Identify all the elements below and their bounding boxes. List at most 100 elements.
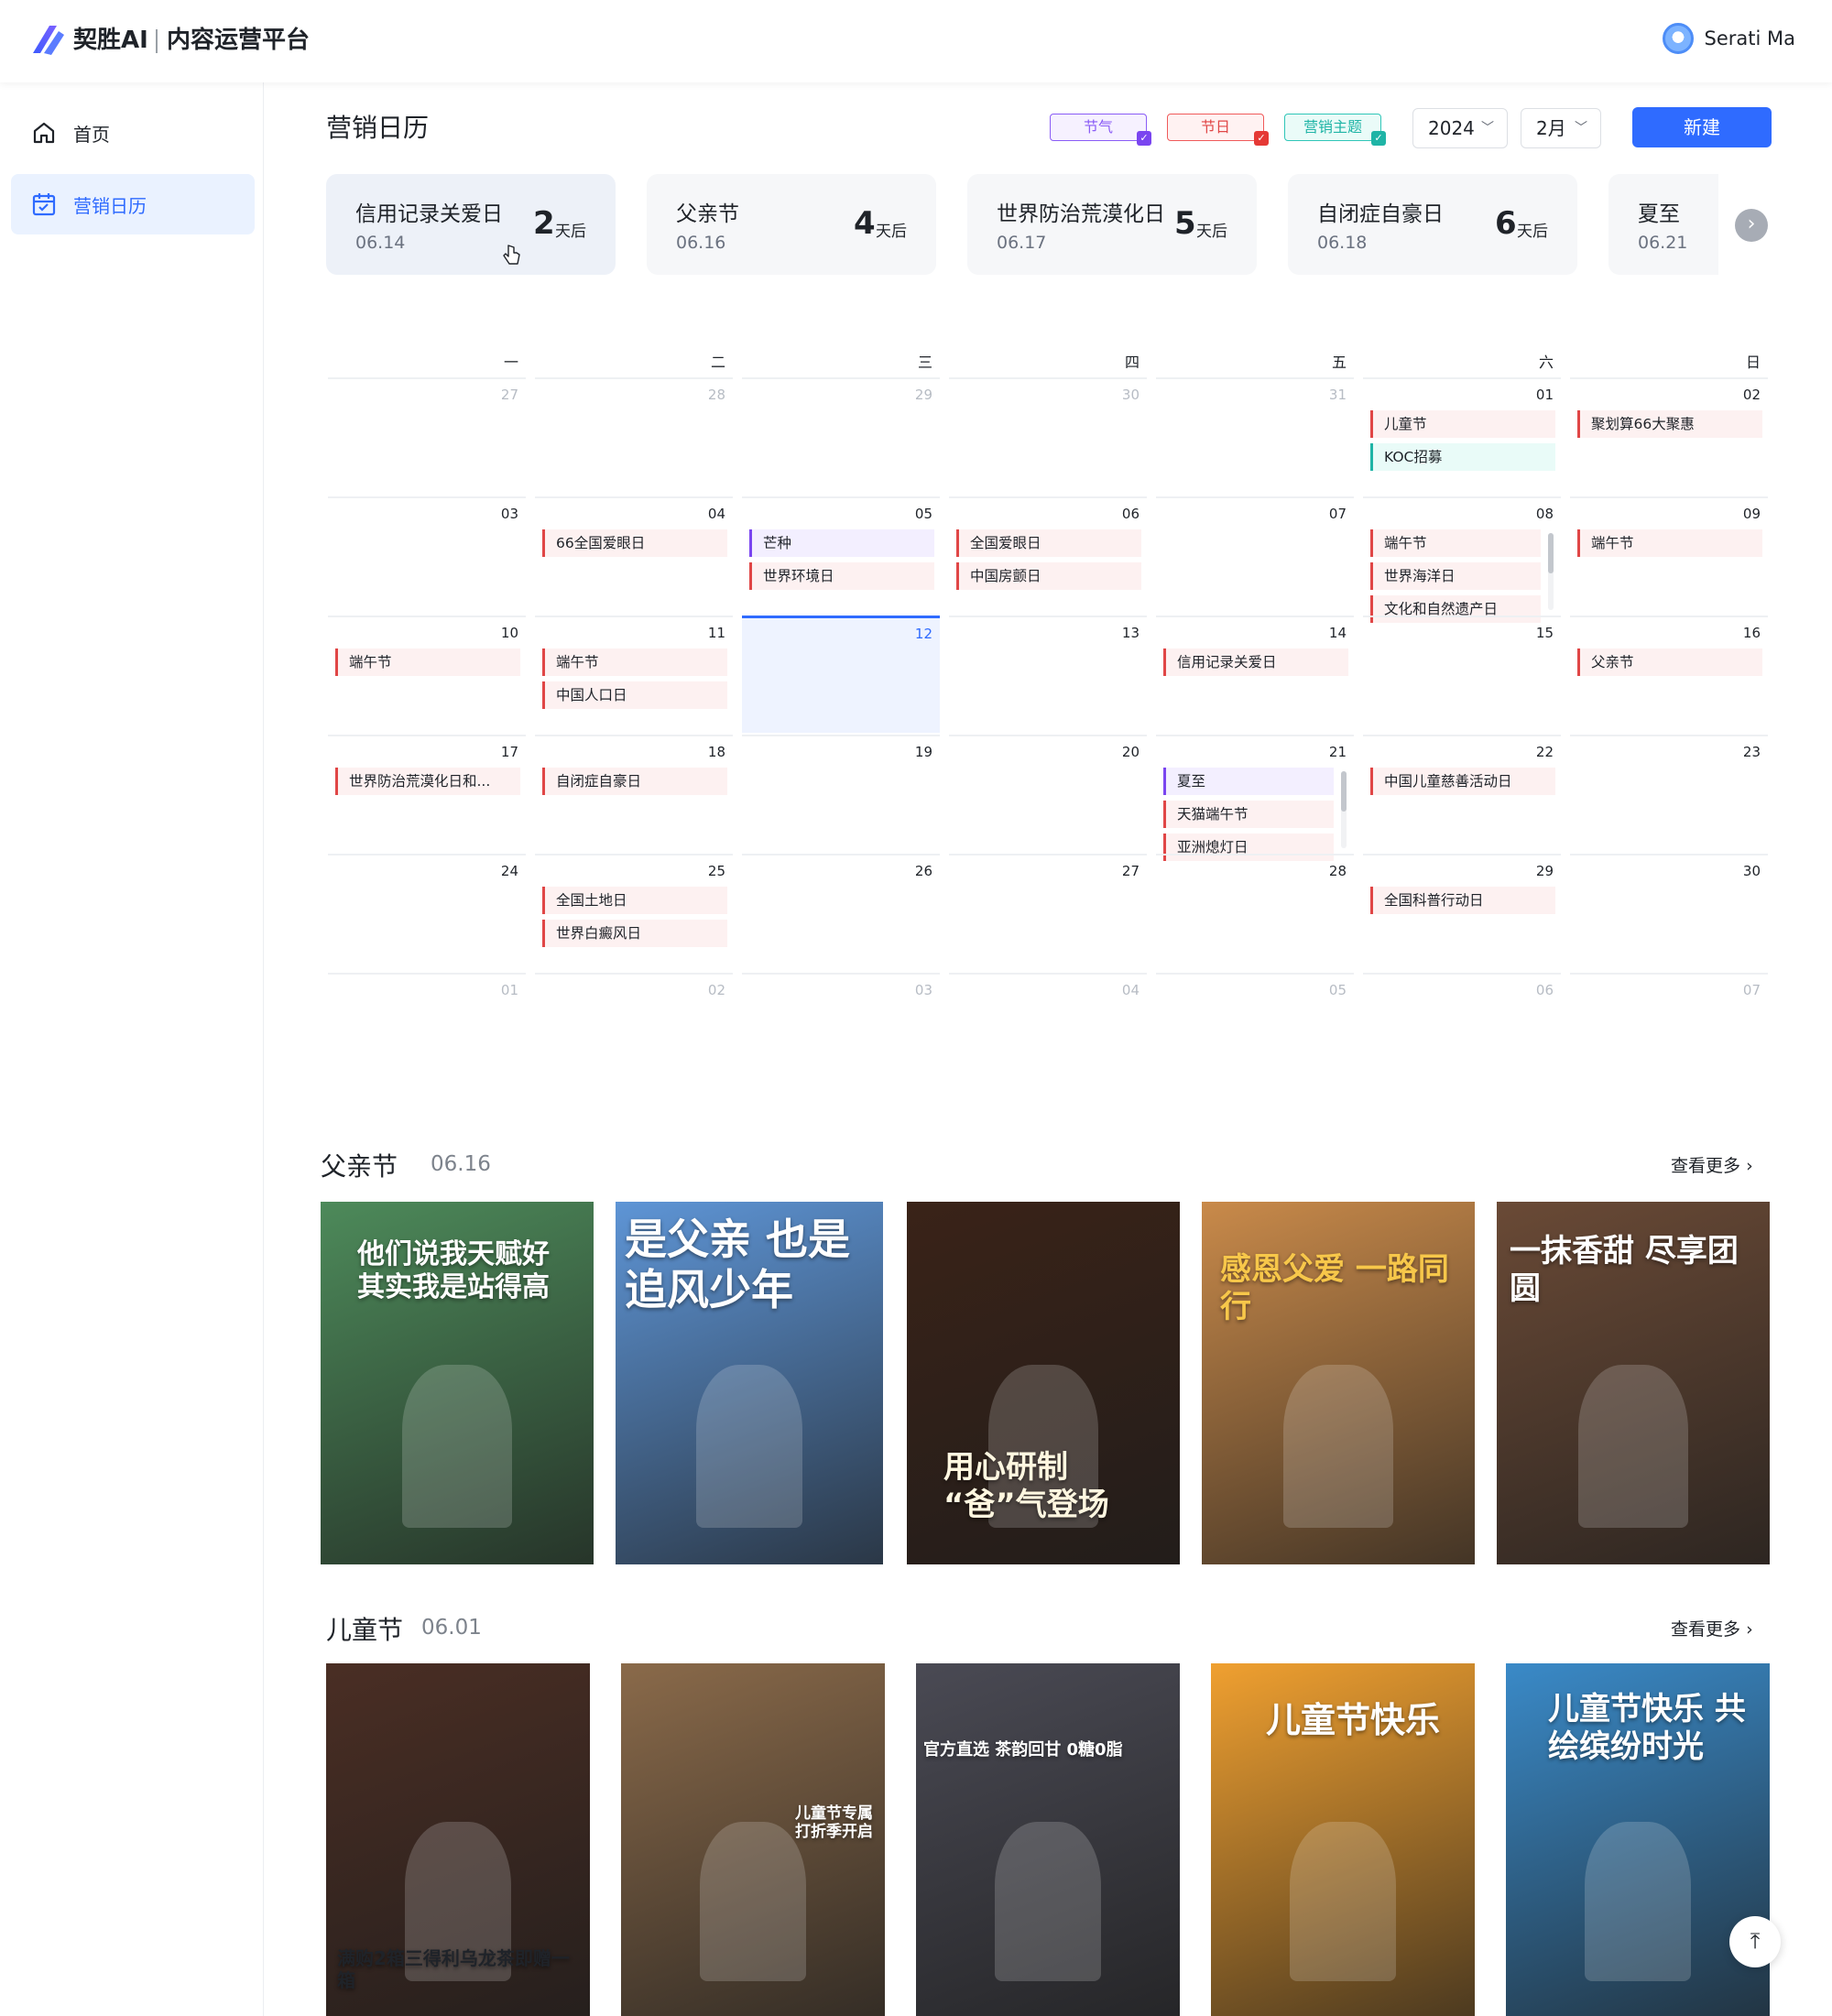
calendar-day-cell[interactable]: 28	[535, 377, 733, 495]
see-more-link[interactable]: 查看更多 ›	[1671, 1616, 1753, 1640]
calendar-day-cell[interactable]: 18 自闭症自豪日	[535, 735, 733, 852]
calendar-event[interactable]: 全国土地日	[542, 887, 727, 914]
calendar-event[interactable]: 全国科普行动日	[1370, 887, 1555, 914]
year-select[interactable]: 2024 ﹀	[1412, 108, 1508, 148]
calendar-day-cell[interactable]: 04 66全国爱眼日	[535, 496, 733, 614]
poster-card[interactable]: 儿童节快乐	[1211, 1663, 1475, 2016]
calendar-day-cell[interactable]: 03	[328, 496, 526, 614]
calendar-day-cell[interactable]: 17 世界防治荒漠化日和...	[328, 735, 526, 852]
calendar-day-cell[interactable]: 06 全国爱眼日 中国房颤日	[949, 496, 1147, 614]
calendar-event[interactable]: 端午节	[1577, 529, 1762, 557]
user-menu[interactable]: Serati Ma	[1662, 23, 1795, 54]
legend-marketing-theme-toggle[interactable]: 营销主题 ✓	[1284, 114, 1386, 146]
calendar-event[interactable]: 66全国爱眼日	[542, 529, 727, 557]
poster-card[interactable]: 用心研制 “爸”气登场	[907, 1202, 1180, 1564]
calendar-day-cell[interactable]: 21 夏至 天猫端午节 亚洲熄灯日	[1156, 735, 1354, 861]
calendar-event[interactable]: 中国房颤日	[956, 562, 1141, 590]
countdown-card[interactable]: 夏至 06.21	[1608, 174, 1718, 275]
calendar-event[interactable]: 儿童节	[1370, 410, 1555, 438]
scrollbar-thumb[interactable]	[1341, 771, 1347, 812]
calendar-day-cell[interactable]: 29 全国科普行动日	[1363, 854, 1561, 971]
calendar-day-cell[interactable]: 06	[1363, 973, 1561, 1090]
calendar-event[interactable]: 信用记录关爱日	[1163, 648, 1348, 676]
calendar-day-cell[interactable]: 30	[1570, 854, 1768, 971]
calendar-day-cell[interactable]: 23	[1570, 735, 1768, 852]
calendar-day-cell[interactable]: 25 全国土地日 世界白癜风日	[535, 854, 733, 971]
calendar-day-cell[interactable]: 09 端午节	[1570, 496, 1768, 614]
calendar-event[interactable]: 天猫端午节	[1163, 801, 1334, 828]
calendar-day-cell[interactable]: 29	[742, 377, 940, 495]
calendar-day-cell[interactable]: 27	[328, 377, 526, 495]
calendar-day-cell[interactable]: 07	[1156, 496, 1354, 614]
countdown-card[interactable]: 信用记录关爱日 06.14 2 天后	[326, 174, 616, 275]
countdown-card[interactable]: 自闭症自豪日 06.18 6 天后	[1288, 174, 1577, 275]
calendar-day-cell[interactable]: 22 中国儿童慈善活动日	[1363, 735, 1561, 852]
calendar-event[interactable]: KOC招募	[1370, 443, 1555, 471]
sidebar-item-home[interactable]: 首页	[11, 103, 255, 163]
calendar-event[interactable]: 世界白癜风日	[542, 920, 727, 947]
cell-scrollbar[interactable]	[1548, 533, 1554, 610]
poster-card[interactable]: 是父亲 也是追风少年	[616, 1202, 883, 1564]
calendar-day-cell[interactable]: 24	[328, 854, 526, 971]
calendar-day-cell[interactable]: 16 父亲节	[1570, 616, 1768, 733]
calendar-event[interactable]: 端午节	[1370, 529, 1541, 557]
calendar-day-cell[interactable]: 10 端午节	[328, 616, 526, 733]
calendar-day-cell[interactable]: 05 芒种 世界环境日	[742, 496, 940, 614]
poster-card[interactable]: 感恩父爱 一路同行	[1202, 1202, 1475, 1564]
calendar-day-cell[interactable]: 13	[949, 616, 1147, 733]
calendar-day-cell[interactable]: 03	[742, 973, 940, 1090]
next-arrow-button[interactable]: ›	[1735, 209, 1768, 242]
legend-solar-term-toggle[interactable]: 节气 ✓	[1050, 114, 1151, 146]
calendar-event[interactable]: 端午节	[335, 648, 520, 676]
countdown-card[interactable]: 父亲节 06.16 4 天后	[647, 174, 936, 275]
calendar-event[interactable]: 全国爱眼日	[956, 529, 1141, 557]
calendar-day-cell[interactable]: 19	[742, 735, 940, 852]
calendar-event[interactable]: 世界海洋日	[1370, 562, 1541, 590]
calendar-event[interactable]: 自闭症自豪日	[542, 768, 727, 795]
back-to-top-button[interactable]: ⤒	[1729, 1916, 1781, 1967]
calendar-day-cell[interactable]: 14 信用记录关爱日	[1156, 616, 1354, 733]
poster-card[interactable]: 他们说我天赋好 其实我是站得高	[321, 1202, 594, 1564]
calendar-event[interactable]: 父亲节	[1577, 648, 1762, 676]
calendar-day-cell[interactable]: 11 端午节 中国人口日	[535, 616, 733, 733]
calendar-day-cell[interactable]: 08 端午节 世界海洋日 文化和自然遗产日	[1363, 496, 1561, 623]
countdown-card[interactable]: 世界防治荒漠化日 06.17 5 天后	[967, 174, 1257, 275]
calendar-day-cell[interactable]: 01 儿童节 KOC招募	[1363, 377, 1561, 495]
poster-card[interactable]: 满购2箱三得利乌龙茶即赠一箱	[326, 1663, 590, 2016]
calendar-event[interactable]: 中国儿童慈善活动日	[1370, 768, 1555, 795]
calendar-event[interactable]: 端午节	[542, 648, 727, 676]
calendar-day-cell[interactable]: 07	[1570, 973, 1768, 1090]
calendar-day-cell[interactable]: 28	[1156, 854, 1354, 971]
legend-holiday-toggle[interactable]: 节日 ✓	[1167, 114, 1269, 146]
calendar-day-cell[interactable]: 30	[949, 377, 1147, 495]
poster-card[interactable]: 儿童节快乐 共绘缤纷时光	[1506, 1663, 1770, 2016]
calendar-day-cell[interactable]: 15	[1363, 616, 1561, 733]
calendar-day-cell[interactable]: 01	[328, 973, 526, 1090]
sidebar-item-marketing-calendar[interactable]: 营销日历	[11, 174, 255, 234]
calendar-event[interactable]: 聚划算66大聚惠	[1577, 410, 1762, 438]
calendar-day-cell[interactable]: 04	[949, 973, 1147, 1090]
poster-card[interactable]: 官方直选 茶韵回甘 0糖0脂	[916, 1663, 1180, 2016]
cell-scrollbar[interactable]	[1341, 771, 1347, 848]
calendar-event[interactable]: 中国人口日	[542, 681, 727, 709]
calendar-day-cell[interactable]: 02 聚划算66大聚惠	[1570, 377, 1768, 495]
scrollbar-thumb[interactable]	[1548, 533, 1554, 573]
calendar-event[interactable]: 芒种	[749, 529, 934, 557]
see-more-link[interactable]: 查看更多 ›	[1671, 1152, 1753, 1177]
calendar-day-cell[interactable]: 27	[949, 854, 1147, 971]
calendar-event[interactable]: 夏至	[1163, 768, 1334, 795]
calendar-day-cell[interactable]: 20	[949, 735, 1147, 852]
user-name[interactable]: Serati Ma	[1705, 27, 1795, 49]
poster-card[interactable]: 一抹香甜 尽享团圆	[1497, 1202, 1770, 1564]
month-select[interactable]: 2月 ﹀	[1521, 108, 1601, 148]
new-button[interactable]: 新建	[1632, 107, 1772, 147]
calendar-day-cell[interactable]: 12	[742, 616, 940, 733]
calendar-event[interactable]: 世界环境日	[749, 562, 934, 590]
calendar-day-cell[interactable]: 05	[1156, 973, 1354, 1090]
calendar-day-cell[interactable]: 02	[535, 973, 733, 1090]
calendar-day-cell[interactable]: 31	[1156, 377, 1354, 495]
avatar[interactable]	[1662, 23, 1694, 54]
calendar-event[interactable]: 世界防治荒漠化日和...	[335, 768, 520, 795]
calendar-day-cell[interactable]: 26	[742, 854, 940, 971]
poster-card[interactable]: 儿童节专属 打折季开启	[621, 1663, 885, 2016]
